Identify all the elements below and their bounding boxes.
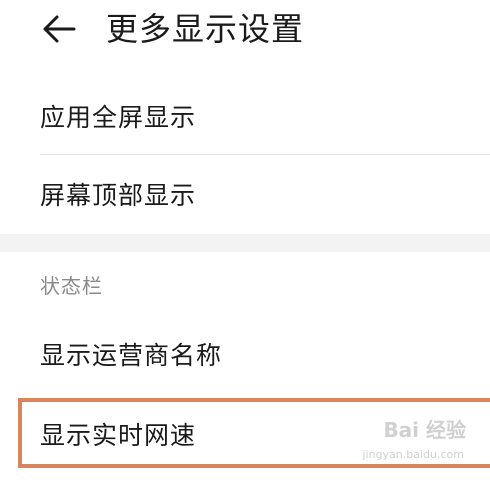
arrow-left-icon xyxy=(43,15,76,43)
top-bar: 更多显示设置 xyxy=(0,0,490,72)
setting-item-carrier-name[interactable]: 显示运营商名称 xyxy=(0,316,490,392)
setting-item-label: 应用全屏显示 xyxy=(40,103,197,132)
setting-item-screen-top[interactable]: 屏幕顶部显示 xyxy=(0,156,490,232)
setting-item-label: 屏幕顶部显示 xyxy=(40,181,197,210)
section-title-status-bar: 状态栏 xyxy=(40,274,103,298)
setting-item-label: 显示运营商名称 xyxy=(40,341,223,370)
back-button[interactable] xyxy=(40,12,80,46)
setting-item-realtime-speed[interactable]: 显示实时网速 xyxy=(0,396,490,472)
setting-item-app-fullscreen[interactable]: 应用全屏显示 xyxy=(0,78,490,154)
divider xyxy=(40,154,490,155)
page-title: 更多显示设置 xyxy=(106,10,305,48)
setting-item-label: 显示实时网速 xyxy=(40,421,197,450)
section-gap xyxy=(0,234,490,252)
